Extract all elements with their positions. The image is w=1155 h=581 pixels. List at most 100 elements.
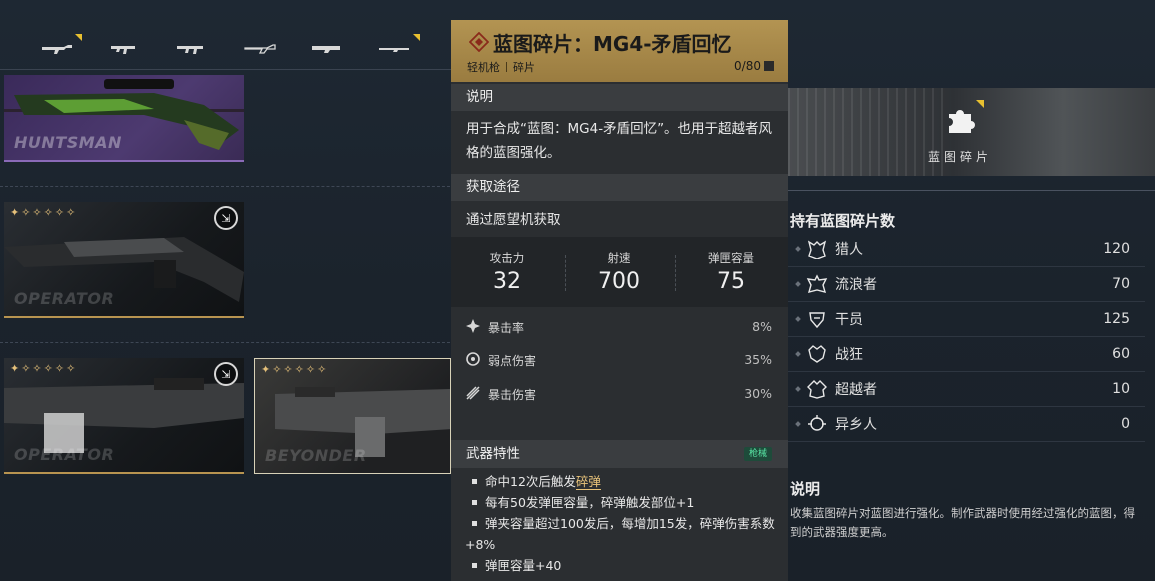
holding-row-operator: 干员 125 (788, 302, 1145, 337)
holdings-list: 猎人 120 流浪者 70 干员 125 战狂 60 超越者 10 异乡人 0 (788, 232, 1145, 442)
smg-icon (111, 46, 135, 54)
holding-name: 干员 (835, 312, 863, 328)
traits-list: 命中12次后触发碎弹 每有50发弹匣容量，碎弹触发部位+1 弹夹容量超过100发… (451, 471, 788, 576)
holding-row-berserker: 战狂 60 (788, 337, 1145, 372)
description-title: 说明 (790, 480, 821, 498)
trait-item: 命中12次后触发碎弹 (465, 471, 776, 492)
substat-value: 30% (744, 386, 772, 401)
crit-damage-icon (466, 386, 480, 400)
substat-label: 暴击伤害 (488, 388, 537, 402)
tab-sniper[interactable] (378, 34, 420, 60)
row-divider (0, 186, 455, 187)
holding-value: 120 (1103, 241, 1130, 257)
stat-divider (565, 255, 566, 291)
holding-row-beyonder: 超越者 10 (788, 372, 1145, 407)
berserker-icon (808, 345, 826, 363)
sniper-icon (379, 48, 409, 52)
holding-row-hunter: 猎人 120 (788, 232, 1145, 267)
item-tooltip: 蓝图碎片：MG4-矛盾回忆 轻机枪 碎片 0/80 说明 用于合成“蓝图：MG4-… (451, 20, 788, 581)
traits-heading: 武器特性 (466, 446, 520, 462)
expand-badge-icon[interactable]: ⇲ (214, 206, 238, 230)
star-rating: ✦✧✧✧✧✧ (10, 206, 78, 219)
section-source-heading: 获取途径 (451, 174, 788, 201)
bullet-icon (795, 316, 801, 322)
trait-item: 弹夹容量超过100发后，每增加15发，碎弹伤害系数+8% (465, 513, 776, 555)
stat-fire-rate: 射速 700 (569, 250, 669, 294)
weapon-card-huntsman[interactable]: HUNTSMAN (4, 75, 244, 162)
rifle-icon (42, 45, 72, 54)
weapon-card-beyonder[interactable]: ✦✧✧✧✧✧ BEYONDER (254, 358, 451, 474)
trait-keyword-link[interactable]: 碎弹 (575, 474, 601, 490)
new-indicator-icon (413, 34, 420, 41)
stat-value: 700 (598, 269, 640, 294)
stat-label: 弹匣容量 (708, 251, 754, 265)
star-rating: ✦✧✧✧✧✧ (10, 362, 78, 375)
fragment-icon (764, 61, 774, 71)
tab-shotgun[interactable] (243, 40, 283, 60)
blueprint-card-label: 蓝图碎片 (928, 150, 993, 164)
divider (788, 190, 1155, 198)
expand-badge-icon[interactable]: ⇲ (214, 362, 238, 386)
holding-row-outlander: 异乡人 0 (788, 407, 1145, 442)
substat-weakspot: 弱点伤害 35% (451, 342, 788, 376)
section-traits-heading: 武器特性 枪械 (451, 440, 788, 468)
holding-value: 0 (1121, 416, 1130, 432)
stat-divider (675, 255, 676, 291)
item-count: 0/80 (734, 59, 774, 73)
holding-name: 战狂 (835, 347, 863, 363)
trait-item: 弹匣容量+40 (465, 555, 776, 576)
substat-crit-damage: 暴击伤害 30% (451, 376, 788, 410)
stat-attack: 攻击力 32 (457, 250, 557, 294)
bullet-icon (795, 386, 801, 392)
stat-label: 射速 (607, 251, 631, 265)
substat-crit-rate: 暴击率 8% (451, 309, 788, 343)
stat-value: 32 (493, 269, 521, 294)
operator-icon (809, 312, 825, 329)
holding-value: 70 (1112, 276, 1130, 292)
weapon-card-operator[interactable]: ✦✧✧✧✧✧ ⇲ OPERATOR (4, 202, 244, 318)
tooltip-header: 蓝图碎片：MG4-矛盾回忆 轻机枪 碎片 0/80 (451, 20, 788, 82)
beyonder-icon (807, 380, 827, 399)
trait-item: 每有50发弹匣容量，碎弹触发部位+1 (465, 492, 776, 513)
assault-rifle-icon (177, 46, 203, 54)
holdings-title: 持有蓝图碎片数 (790, 212, 896, 230)
weapon-type-tabs (0, 30, 455, 70)
tab-rifle[interactable] (40, 34, 82, 60)
blueprint-fragment-card[interactable]: 蓝图碎片 (788, 88, 1155, 176)
brand-label: OPERATOR (14, 289, 115, 308)
weapon-stats: 攻击力 32 射速 700 弹匣容量 75 (451, 237, 788, 307)
brand-label: HUNTSMAN (14, 133, 122, 152)
item-title: 蓝图碎片：MG4-矛盾回忆 (493, 32, 732, 56)
holding-name: 超越者 (835, 382, 877, 398)
substat-label: 暴击率 (488, 321, 525, 335)
brand-label: BEYONDER (265, 446, 367, 465)
item-category: 轻机枪 (467, 61, 500, 74)
row-divider (0, 342, 455, 343)
stat-label: 攻击力 (489, 251, 525, 265)
stat-magazine: 弹匣容量 75 (681, 250, 781, 294)
item-type: 碎片 (513, 61, 535, 74)
item-tags: 轻机枪 碎片 (467, 59, 535, 75)
description-body: 用于合成“蓝图：MG4-矛盾回忆”。也用于超越者风格的蓝图强化。 (466, 121, 773, 161)
holding-value: 125 (1103, 311, 1130, 327)
lmg-icon (312, 46, 340, 53)
tab-assault-rifle[interactable] (175, 40, 215, 60)
substat-label: 弱点伤害 (488, 354, 537, 368)
decorative-stripes (788, 88, 948, 176)
tab-smg[interactable] (108, 40, 148, 60)
blueprint-diamond-icon (469, 32, 489, 52)
weapon-card-operator-2[interactable]: ✦✧✧✧✧✧ ⇲ OPERATOR (4, 358, 244, 474)
holding-name: 猎人 (835, 242, 863, 258)
wanderer-icon (806, 274, 828, 293)
bullet-icon (795, 281, 801, 287)
new-indicator-icon (976, 100, 984, 108)
tag-divider (506, 62, 507, 72)
new-indicator-icon (75, 34, 82, 41)
puzzle-piece-icon (949, 110, 975, 133)
bullet-icon (795, 246, 801, 252)
bullet-icon (795, 421, 801, 427)
source-body: 通过愿望机获取 (466, 212, 561, 228)
bullet-icon (795, 351, 801, 357)
tab-lmg[interactable] (310, 40, 350, 60)
substat-value: 35% (744, 352, 772, 367)
